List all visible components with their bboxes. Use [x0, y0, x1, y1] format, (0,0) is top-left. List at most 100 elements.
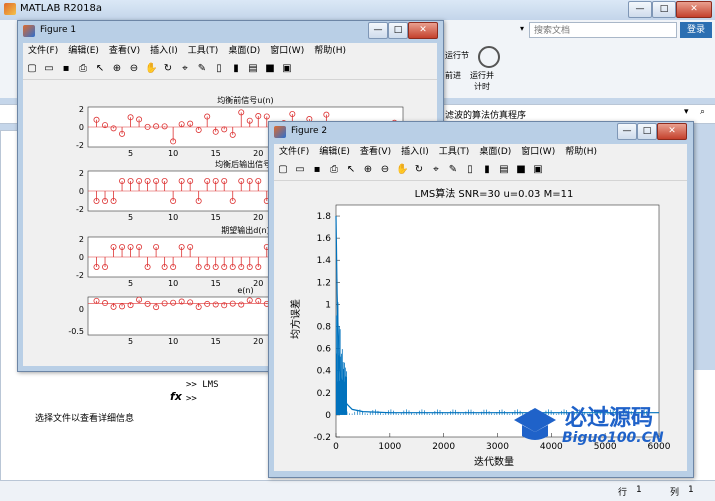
subplot-2-xtick: 10	[168, 213, 178, 222]
subplot-2-ytick: 2	[79, 169, 84, 178]
figure1-minimize-button[interactable]: —	[368, 22, 388, 39]
figure1-toolbar: ▢ ▭ ▪ ⎙ ↖ ⊕ ⊖ ✋ ↻ ⌖ ✎ ▯ ▮ ▤ ■ ▣	[23, 59, 437, 80]
new-figure-icon[interactable]: ▢	[26, 63, 38, 75]
subplot-3-ytick: 2	[79, 235, 84, 244]
menu-file[interactable]: 文件(F)	[274, 144, 314, 160]
menu-insert[interactable]: 插入(I)	[396, 144, 434, 160]
run-section-button[interactable]: 运行节	[445, 50, 469, 61]
open-icon[interactable]: ▭	[294, 164, 306, 176]
subplot-4-ytick: 0	[79, 305, 84, 314]
status-row-label: 行	[618, 488, 628, 498]
search-dropdown-icon[interactable]: ▾	[520, 24, 524, 33]
status-row-value: 1	[636, 485, 642, 495]
menu-file[interactable]: 文件(F)	[23, 43, 63, 59]
data-cursor-icon[interactable]: ⌖	[179, 63, 191, 75]
rotate-icon[interactable]: ↻	[162, 63, 174, 75]
figure1-maximize-button[interactable]: □	[388, 22, 408, 39]
y-tick-label: 0.2	[317, 389, 331, 399]
y-tick-label: 1.4	[317, 256, 332, 266]
insert-legend-icon[interactable]: ▤	[247, 63, 259, 75]
dock-icon[interactable]: ▣	[532, 164, 544, 176]
cmd-line-2: >>	[186, 394, 197, 404]
insert-colorbar-icon[interactable]: ▮	[481, 164, 493, 176]
figure2-minimize-button[interactable]: —	[617, 123, 637, 140]
menu-edit[interactable]: 编辑(E)	[314, 144, 355, 160]
save-icon[interactable]: ▪	[60, 63, 72, 75]
subplot-1-xtick: 20	[253, 149, 263, 158]
menu-view[interactable]: 查看(V)	[104, 43, 145, 59]
menu-desktop[interactable]: 桌面(D)	[223, 43, 265, 59]
menu-insert[interactable]: 插入(I)	[145, 43, 183, 59]
search-documentation-input[interactable]: 搜索文档	[529, 22, 677, 38]
pan-icon[interactable]: ✋	[396, 164, 408, 176]
y-tick-label: 0.4	[317, 367, 332, 377]
minimize-button[interactable]: —	[628, 1, 652, 18]
brush-icon[interactable]: ✎	[196, 63, 208, 75]
new-figure-icon[interactable]: ▢	[277, 164, 289, 176]
subplot-3-xtick: 15	[211, 279, 221, 288]
menu-help[interactable]: 帮助(H)	[560, 144, 602, 160]
pointer-icon[interactable]: ↖	[345, 164, 357, 176]
y-tick-label: 1.6	[317, 234, 332, 244]
insert-legend-icon[interactable]: ▤	[498, 164, 510, 176]
figure1-close-button[interactable]: ✕	[408, 22, 438, 39]
figure-icon	[274, 126, 286, 138]
figure-icon	[23, 25, 35, 37]
watermark-line-2: Biguo100.CN	[562, 430, 664, 446]
brush-icon[interactable]: ✎	[447, 164, 459, 176]
figure2-title: Figure 2	[291, 126, 328, 136]
insert-colorbar-icon[interactable]: ▮	[230, 63, 242, 75]
path-search-icon[interactable]: ⌕	[700, 107, 705, 117]
login-button[interactable]: 登录	[680, 22, 712, 38]
rotate-icon[interactable]: ↻	[413, 164, 425, 176]
y-tick-label: 0	[325, 411, 331, 421]
subplot-1-xtick: 15	[211, 149, 221, 158]
watermark-line-1: 必过源码	[565, 406, 654, 431]
hide-tools-icon[interactable]: ■	[264, 63, 276, 75]
data-cursor-icon[interactable]: ⌖	[430, 164, 442, 176]
subplot-3-xtick: 20	[253, 279, 263, 288]
menu-tools[interactable]: 工具(T)	[434, 144, 475, 160]
pan-icon[interactable]: ✋	[145, 63, 157, 75]
subplot-3-ytick: -2	[76, 271, 84, 280]
subplot-1-xtick: 10	[168, 149, 178, 158]
open-icon[interactable]: ▭	[43, 63, 55, 75]
subplot-3-xtick: 10	[168, 279, 178, 288]
subplot-2-xtick: 5	[128, 213, 133, 222]
y-tick-label: -0.2	[313, 433, 331, 443]
main-window-title: MATLAB R2018a	[20, 3, 103, 14]
path-dropdown-icon[interactable]: ▾	[684, 107, 689, 117]
zoom-out-icon[interactable]: ⊖	[128, 63, 140, 75]
figure2-menubar: 文件(F) 编辑(E) 查看(V) 插入(I) 工具(T) 桌面(D) 窗口(W) 帮助(H)	[274, 144, 687, 160]
save-icon[interactable]: ▪	[311, 164, 323, 176]
menu-edit[interactable]: 编辑(E)	[63, 43, 104, 59]
menu-help[interactable]: 帮助(H)	[309, 43, 351, 59]
figure2-close-button[interactable]: ✕	[657, 123, 687, 140]
matlab-logo-icon	[4, 3, 16, 15]
link-icon[interactable]: ▯	[464, 164, 476, 176]
link-icon[interactable]: ▯	[213, 63, 225, 75]
x-axis-label: 迭代数量	[474, 455, 514, 468]
pointer-icon[interactable]: ↖	[94, 63, 106, 75]
maximize-button[interactable]: □	[652, 1, 676, 18]
menu-tools[interactable]: 工具(T)	[183, 43, 224, 59]
figure2-maximize-button[interactable]: □	[637, 123, 657, 140]
advance-button[interactable]: 前进	[445, 70, 461, 81]
hide-tools-icon[interactable]: ■	[515, 164, 527, 176]
graduation-cap-icon	[514, 408, 556, 440]
menu-view[interactable]: 查看(V)	[355, 144, 396, 160]
figure2-toolbar: ▢ ▭ ▪ ⎙ ↖ ⊕ ⊖ ✋ ↻ ⌖ ✎ ▯ ▮ ▤ ■ ▣	[274, 160, 687, 181]
print-icon[interactable]: ⎙	[77, 63, 89, 75]
zoom-in-icon[interactable]: ⊕	[362, 164, 374, 176]
figure1-title-bar: Figure 1 — □ ✕	[18, 21, 443, 43]
zoom-in-icon[interactable]: ⊕	[111, 63, 123, 75]
menu-window[interactable]: 窗口(W)	[516, 144, 560, 160]
close-button[interactable]: ✕	[676, 1, 712, 18]
menu-desktop[interactable]: 桌面(D)	[474, 144, 516, 160]
run-and-time-button[interactable]: 运行并 计时	[470, 70, 494, 92]
zoom-out-icon[interactable]: ⊖	[379, 164, 391, 176]
menu-window[interactable]: 窗口(W)	[265, 43, 309, 59]
subplot-4-ytick: -0.5	[68, 327, 84, 336]
dock-icon[interactable]: ▣	[281, 63, 293, 75]
print-icon[interactable]: ⎙	[328, 164, 340, 176]
